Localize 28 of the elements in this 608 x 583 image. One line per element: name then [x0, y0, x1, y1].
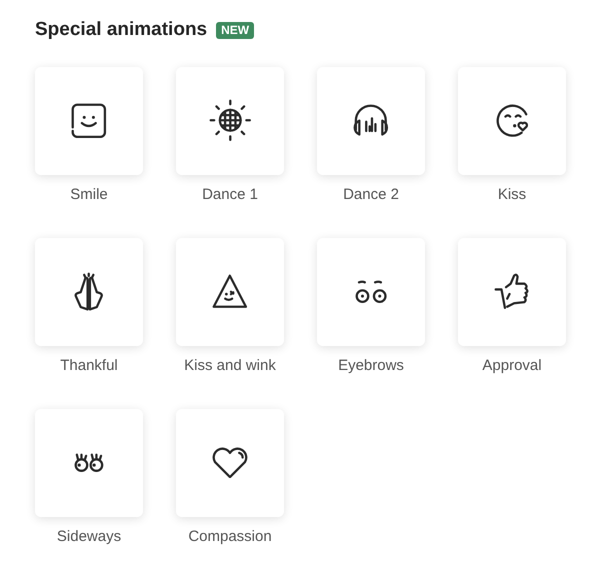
animation-label: Kiss — [498, 186, 526, 204]
new-badge: NEW — [216, 22, 254, 39]
animation-card[interactable] — [458, 66, 566, 174]
animation-label: Dance 2 — [343, 186, 399, 204]
thumbs-up-icon — [494, 273, 530, 310]
animation-label: Approval — [482, 356, 542, 374]
animation-label: Sideways — [56, 528, 122, 546]
winking-triangle-icon — [212, 274, 248, 309]
raised-eyebrows-icon — [354, 280, 388, 304]
smiley-face-icon — [71, 102, 107, 138]
animation-label: Eyebrows — [338, 356, 404, 374]
headphones-icon — [353, 104, 389, 137]
animation-card[interactable] — [317, 66, 425, 174]
sideways-eyes-icon — [74, 452, 104, 472]
animation-card[interactable] — [35, 66, 143, 174]
animation-label: Dance 1 — [202, 186, 258, 204]
heart-icon — [212, 446, 248, 478]
animation-card[interactable] — [176, 66, 284, 174]
animation-label: Thankful — [60, 356, 118, 374]
disco-ball-icon — [208, 99, 252, 142]
animation-card[interactable] — [35, 238, 143, 346]
section-title: Special animations — [35, 18, 208, 42]
animation-label: Smile — [70, 186, 108, 204]
animation-label: Compassion — [188, 528, 272, 546]
praying-hands-icon — [74, 272, 104, 312]
animation-card[interactable] — [176, 238, 284, 346]
animation-label: Kiss and wink — [184, 356, 276, 374]
kissing-face-icon — [496, 104, 528, 138]
